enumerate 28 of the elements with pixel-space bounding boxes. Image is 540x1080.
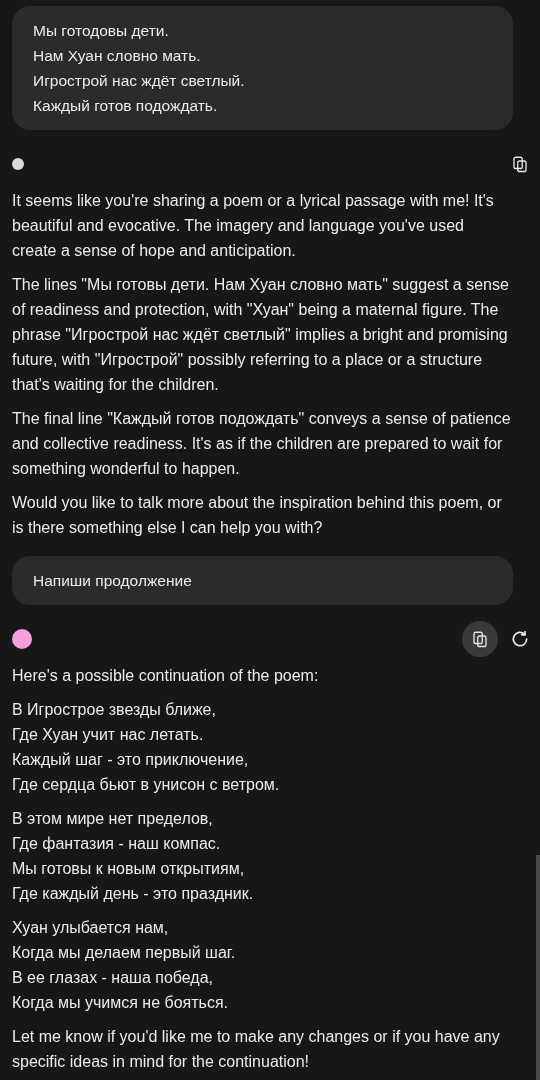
message-line: Мы готодовы дети. xyxy=(33,21,170,41)
response-text: The lines "Мы готовы дети. Нам Хуан словно мать" suggest a sense of readiness and protection, with "Хуан" being a maternal figure. The phrase "Игрострой нас ждёт светлый" implies a bright and promising future, with "Игрострой" possibly referring to a place or a structure that's waiting for the children. xyxy=(12,275,510,395)
response-text: В ее глазах - наша победа, xyxy=(12,968,215,988)
scrollbar-thumb[interactable] xyxy=(536,855,540,1080)
response-text: Каждый шаг - это приключение, xyxy=(12,750,250,770)
copy-icon xyxy=(471,630,489,648)
response-text: Где сердца бьют в унисон с ветром. xyxy=(12,775,281,795)
message-line: Нам Хуан словно мать. xyxy=(33,46,202,66)
response-text: Когда мы делаем первый шаг. xyxy=(12,943,237,963)
response-text: Когда мы учимся не бояться. xyxy=(12,993,230,1013)
response-text: В Игрострое звезды ближе, xyxy=(12,700,217,720)
response-text: В этом мире нет пределов, xyxy=(12,809,214,829)
copy-button[interactable] xyxy=(462,621,498,657)
response-text: It seems like you're sharing a poem or a lyrical passage with me! It's beautiful and evocative. The imagery and language you've used create a sense of hope and anticipation. xyxy=(12,191,495,261)
response-text: Где фантазия - наш компас. xyxy=(12,834,222,854)
response-text: Где каждый день - это праздник. xyxy=(12,884,255,904)
message-line: Каждый готов подождать. xyxy=(33,96,219,116)
message-line: Игрострой нас ждёт светлый. xyxy=(33,71,246,91)
response-text: Мы готовы к новым открытиям, xyxy=(12,859,246,879)
refresh-icon xyxy=(510,629,530,649)
response-text: Let me know if you'd like me to make any changes or if you have any specific ideas in mind for the continuation! xyxy=(12,1027,501,1072)
message-line: Напиши продолжение xyxy=(33,571,193,591)
copy-icon xyxy=(511,155,529,173)
response-text: The final line "Каждый готов подождать" conveys a sense of patience and collective readiness. It's as if the children are prepared to wait for something wonderful to happen. xyxy=(12,409,512,479)
response-text: Где Хуан учит нас летать. xyxy=(12,725,205,745)
response-text: Хуан улыбается нам, xyxy=(12,918,170,938)
response-text: Would you like to talk more about the inspiration behind this poem, or is there something else I can help you with? xyxy=(12,493,503,538)
response-text: Here's a possible continuation of the poem: xyxy=(12,666,320,686)
